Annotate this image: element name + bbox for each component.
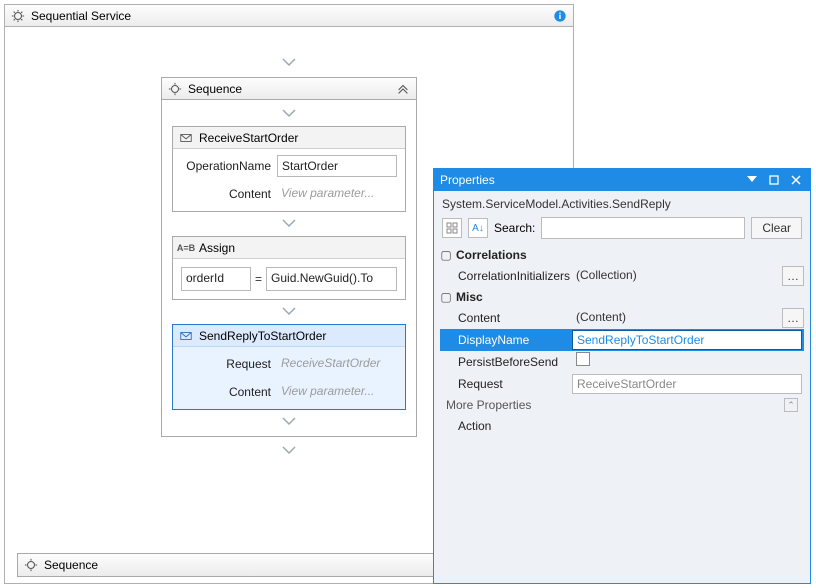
content-link[interactable]: View parameter...: [277, 381, 397, 403]
equals-label: =: [255, 272, 262, 286]
expand-icon[interactable]: ⌃: [784, 398, 798, 412]
receive-activity[interactable]: ReceiveStartOrder OperationName StartOrd…: [172, 126, 406, 212]
assign-to-input[interactable]: orderId: [181, 267, 251, 291]
chevron-down-icon: [281, 107, 297, 121]
property-value[interactable]: [572, 352, 802, 372]
content-row: Content View parameter...: [181, 381, 397, 403]
sequence-activity[interactable]: Sequence ReceiveStartOrder: [161, 77, 417, 437]
sequence-body: ReceiveStartOrder OperationName StartOrd…: [162, 100, 416, 436]
property-request[interactable]: Request ReceiveStartOrder: [440, 373, 804, 395]
request-row: Request ReceiveStartOrder: [181, 353, 397, 375]
connector: [9, 51, 569, 75]
receive-body: OperationName StartOrder Content View pa…: [173, 149, 405, 211]
content-link[interactable]: View parameter...: [277, 183, 397, 205]
gear-icon: [24, 558, 38, 572]
property-action[interactable]: Action: [440, 415, 804, 437]
property-correlation-initializers[interactable]: CorrelationInitializers (Collection) …: [440, 265, 804, 287]
property-display-name[interactable]: DisplayName SendReplyToStartOrder: [440, 329, 804, 351]
assign-activity[interactable]: A=B Assign orderId = Guid.NewGuid().To: [172, 236, 406, 300]
property-content[interactable]: Content (Content) …: [440, 307, 804, 329]
property-name: Request: [440, 377, 572, 391]
operation-name-input[interactable]: StartOrder: [277, 155, 397, 177]
assign-body: orderId = Guid.NewGuid().To: [173, 259, 405, 299]
gear-icon: [168, 82, 182, 96]
collapse-icon[interactable]: [396, 82, 410, 96]
property-name: Action: [440, 419, 572, 433]
sequential-service-title: Sequential Service: [31, 9, 131, 23]
window-dropdown-icon[interactable]: [744, 173, 760, 187]
properties-title: Properties: [440, 173, 738, 187]
receive-icon: [179, 131, 193, 145]
pin-icon[interactable]: [766, 173, 782, 187]
checkbox[interactable]: [576, 352, 590, 366]
assign-icon: A=B: [179, 241, 193, 255]
operation-name-label: OperationName: [181, 159, 271, 173]
operation-name-row: OperationName StartOrder: [181, 155, 397, 177]
alphabetical-sort-icon[interactable]: A↓: [468, 218, 488, 238]
gear-icon: [11, 9, 25, 23]
category-label: Correlations: [456, 248, 527, 262]
category-label: Misc: [456, 290, 483, 304]
assign-value-input[interactable]: Guid.NewGuid().To: [266, 267, 397, 291]
info-icon[interactable]: [553, 9, 567, 23]
collapse-toggle-icon[interactable]: ▢: [440, 290, 452, 304]
connector: [162, 300, 416, 324]
receive-title: ReceiveStartOrder: [199, 131, 298, 145]
chevron-down-icon: [281, 415, 297, 429]
sendreply-activity[interactable]: SendReplyToStartOrder Request ReceiveSta…: [172, 324, 406, 410]
more-properties[interactable]: More Properties ⌃: [440, 395, 804, 415]
search-input[interactable]: [541, 217, 745, 239]
properties-grid: ▢ Correlations CorrelationInitializers (C…: [434, 245, 810, 437]
chevron-down-icon: [281, 444, 297, 458]
properties-titlebar[interactable]: Properties: [434, 169, 810, 191]
sequence-header[interactable]: Sequence: [162, 78, 416, 100]
request-value[interactable]: ReceiveStartOrder: [277, 353, 397, 375]
receive-header[interactable]: ReceiveStartOrder: [173, 127, 405, 149]
property-name: CorrelationInitializers: [440, 269, 572, 283]
close-icon[interactable]: [788, 173, 804, 187]
content-label: Content: [181, 385, 271, 399]
sendreply-header[interactable]: SendReplyToStartOrder: [173, 325, 405, 347]
property-value[interactable]: (Content): [572, 308, 780, 328]
ellipsis-button[interactable]: …: [782, 266, 804, 286]
chevron-down-icon: [281, 217, 297, 231]
chevron-down-icon: [281, 56, 297, 70]
collapse-toggle-icon[interactable]: ▢: [440, 248, 452, 262]
assign-header[interactable]: A=B Assign: [173, 237, 405, 259]
chevron-down-icon: [281, 305, 297, 319]
property-name: DisplayName: [440, 333, 572, 347]
sequence-title: Sequence: [188, 82, 242, 96]
connector: [162, 410, 416, 434]
category-misc[interactable]: ▢ Misc: [440, 287, 804, 307]
request-label: Request: [181, 357, 271, 371]
sendreply-icon: [179, 329, 193, 343]
category-correlations[interactable]: ▢ Correlations: [440, 245, 804, 265]
content-row: Content View parameter...: [181, 183, 397, 205]
selected-type-name: System.ServiceModel.Activities.SendReply: [434, 191, 810, 217]
sendreply-body: Request ReceiveStartOrder Content View p…: [173, 347, 405, 409]
connector: [162, 102, 416, 126]
properties-panel: Properties System.ServiceModel.Activitie…: [433, 168, 811, 584]
categorized-icon[interactable]: [442, 218, 462, 238]
property-name: PersistBeforeSend: [440, 355, 572, 369]
property-value[interactable]: ReceiveStartOrder: [572, 374, 802, 394]
properties-toolbar: A↓ Search: Clear: [434, 217, 810, 245]
property-value[interactable]: [572, 416, 802, 436]
property-persist-before-send[interactable]: PersistBeforeSend: [440, 351, 804, 373]
property-value[interactable]: (Collection): [572, 266, 780, 286]
ellipsis-button[interactable]: …: [782, 308, 804, 328]
property-name: Content: [440, 311, 572, 325]
content-label: Content: [181, 187, 271, 201]
connector: [162, 212, 416, 236]
clear-button[interactable]: Clear: [751, 217, 802, 239]
property-value-input[interactable]: SendReplyToStartOrder: [572, 330, 802, 350]
more-properties-label: More Properties: [446, 398, 531, 412]
sequential-service-header[interactable]: Sequential Service: [5, 5, 573, 27]
search-label: Search:: [494, 221, 535, 235]
sendreply-title: SendReplyToStartOrder: [199, 329, 326, 343]
sequence-title: Sequence: [44, 558, 98, 572]
assign-title: Assign: [199, 241, 235, 255]
